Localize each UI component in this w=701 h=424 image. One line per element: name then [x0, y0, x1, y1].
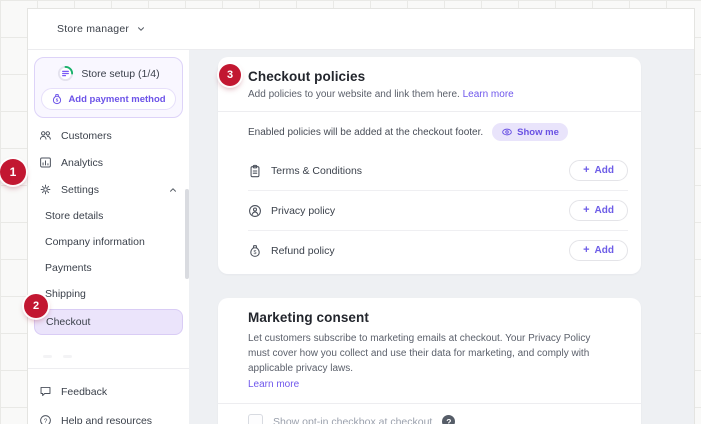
- sidebar-item-help[interactable]: ? Help and resources: [28, 406, 189, 424]
- sidebar-subitem-payments[interactable]: Payments: [28, 255, 189, 281]
- add-payment-method-button[interactable]: $ Add payment method: [41, 88, 176, 110]
- policy-row-terms: Terms & Conditions + Add: [218, 151, 641, 190]
- add-refund-button[interactable]: + Add: [569, 240, 628, 261]
- opt-in-checkbox[interactable]: [248, 414, 263, 424]
- sidebar-item-label: Customers: [61, 130, 112, 142]
- sidebar-item-label: Settings: [61, 184, 99, 196]
- plus-icon: +: [583, 205, 589, 216]
- policy-row-privacy: Privacy policy + Add: [218, 191, 641, 230]
- show-me-badge[interactable]: Show me: [492, 123, 568, 141]
- svg-text:$: $: [254, 249, 257, 255]
- sidebar: Store setup (1/4) $ Add payment method: [28, 50, 189, 424]
- feedback-bubble-icon: [39, 385, 52, 398]
- sidebar-subitem-checkout-active[interactable]: Checkout: [34, 309, 183, 335]
- app-window: Store manager Store setup (1/4): [27, 8, 695, 424]
- sidebar-scrollbar[interactable]: [185, 189, 189, 279]
- privacy-badge-icon: [248, 204, 262, 218]
- plus-icon: +: [583, 165, 589, 176]
- checkout-policies-card: Checkout policies Add policies to your w…: [218, 57, 641, 274]
- annotation-marker-2: 2: [24, 294, 48, 318]
- refund-money-bag-icon: $: [248, 244, 262, 258]
- add-privacy-button[interactable]: + Add: [569, 200, 628, 221]
- checkout-policies-subtitle: Add policies to your website and link th…: [248, 89, 611, 100]
- analytics-icon: [39, 156, 52, 169]
- opt-in-checkbox-label: Show opt-in checkbox at checkout: [273, 416, 432, 424]
- store-setup-card[interactable]: Store setup (1/4) $ Add payment method: [34, 57, 183, 118]
- marketing-consent-description: Let customers subscribe to marketing ema…: [248, 331, 611, 392]
- enabled-policies-note: Enabled policies will be added at the ch…: [248, 127, 483, 138]
- terms-clipboard-icon: [248, 164, 262, 178]
- annotation-marker-3: 3: [219, 64, 241, 86]
- svg-text:$: $: [56, 97, 59, 102]
- sidebar-item-analytics[interactable]: Analytics: [28, 149, 189, 176]
- question-help-icon[interactable]: ?: [442, 415, 455, 424]
- money-bag-icon: $: [51, 93, 63, 105]
- marketing-consent-title: Marketing consent: [248, 310, 611, 325]
- sidebar-divider: [28, 368, 189, 369]
- marketing-consent-card: Marketing consent Let customers subscrib…: [218, 298, 641, 424]
- chevron-up-icon[interactable]: [168, 185, 178, 195]
- learn-more-link[interactable]: Learn more: [248, 377, 611, 392]
- sidebar-item-label: Analytics: [61, 157, 103, 169]
- learn-more-link[interactable]: Learn more: [463, 89, 514, 100]
- sidebar-subitem-shipping[interactable]: Shipping: [28, 281, 189, 307]
- policy-row-refund: $ Refund policy + Add: [218, 231, 641, 274]
- sidebar-subitem-store-details[interactable]: Store details: [28, 203, 189, 229]
- svg-text:?: ?: [44, 418, 48, 424]
- topbar: Store manager: [28, 9, 694, 50]
- policy-label: Refund policy: [271, 245, 335, 257]
- annotation-marker-1: 1: [0, 159, 26, 185]
- sidebar-item-settings[interactable]: Settings: [28, 176, 189, 203]
- sidebar-item-feedback[interactable]: Feedback: [28, 377, 189, 406]
- add-payment-method-label: Add payment method: [68, 94, 165, 105]
- sidebar-item-customers[interactable]: Customers: [28, 122, 189, 149]
- eye-icon: [501, 126, 513, 138]
- settings-gear-icon: [39, 183, 52, 196]
- policy-label: Terms & Conditions: [271, 165, 362, 177]
- chevron-down-icon[interactable]: [136, 24, 146, 34]
- policy-label: Privacy policy: [271, 205, 335, 217]
- customers-icon: [39, 129, 52, 142]
- sidebar-item-label: Help and resources: [61, 415, 152, 424]
- help-circle-icon: ?: [39, 414, 52, 424]
- sidebar-item-label: Feedback: [61, 386, 107, 398]
- add-terms-button[interactable]: + Add: [569, 160, 628, 181]
- setup-progress-icon: [57, 65, 74, 82]
- store-setup-label: Store setup (1/4): [81, 68, 159, 80]
- faded-menu-item: [28, 337, 189, 359]
- sidebar-subitem-company-information[interactable]: Company information: [28, 229, 189, 255]
- store-manager-dropdown[interactable]: Store manager: [57, 23, 129, 35]
- page-title: Checkout policies: [248, 69, 611, 84]
- plus-icon: +: [583, 245, 589, 256]
